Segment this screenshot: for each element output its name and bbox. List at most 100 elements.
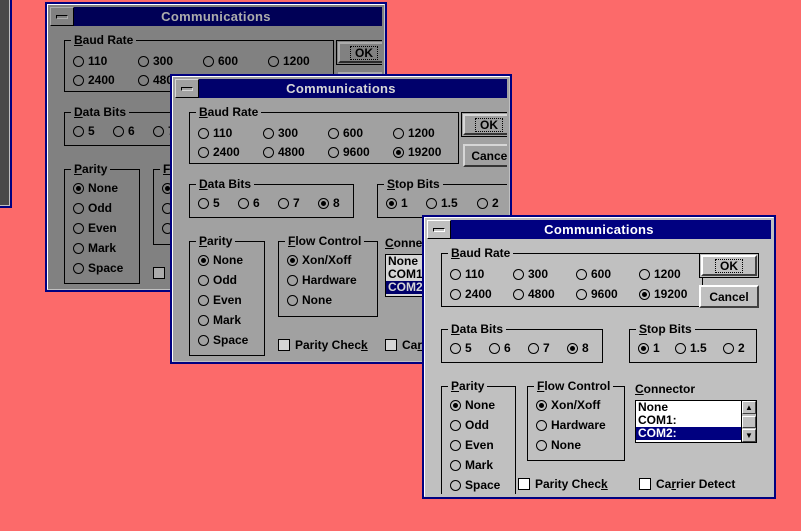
radio-icon[interactable]: [138, 74, 149, 86]
radio-icon[interactable]: [198, 274, 209, 286]
databits-8[interactable]: 8: [567, 341, 589, 355]
radio-icon[interactable]: [393, 146, 404, 158]
radio-icon[interactable]: [328, 127, 339, 139]
radio-icon[interactable]: [153, 125, 164, 137]
stopbits-2[interactable]: 2: [477, 196, 499, 210]
scroll-thumb[interactable]: [742, 415, 756, 428]
title-bar[interactable]: Communications: [175, 79, 507, 98]
radio-icon[interactable]: [528, 342, 539, 354]
checkbox-icon[interactable]: [639, 478, 651, 490]
radio-icon[interactable]: [287, 274, 298, 286]
radio-icon[interactable]: [450, 268, 461, 280]
databits-5[interactable]: 5: [450, 341, 472, 355]
ok-button[interactable]: OK: [699, 253, 759, 278]
minimize-button[interactable]: [427, 220, 451, 239]
radio-icon[interactable]: [73, 222, 84, 234]
stopbits-1[interactable]: 1: [386, 196, 408, 210]
checkbox-icon[interactable]: [385, 339, 397, 351]
radio-icon[interactable]: [238, 197, 249, 209]
baud-19200[interactable]: 19200: [393, 145, 441, 159]
baud-4800[interactable]: 4800: [263, 145, 305, 159]
databits-7[interactable]: 7: [528, 341, 550, 355]
radio-icon[interactable]: [287, 254, 298, 266]
radio-icon[interactable]: [450, 439, 461, 451]
radio-icon[interactable]: [73, 125, 84, 137]
parity-check-checkbox[interactable]: Parity Check: [518, 477, 608, 491]
radio-icon[interactable]: [198, 334, 209, 346]
radio-icon[interactable]: [73, 55, 84, 67]
ok-button[interactable]: OK: [461, 112, 507, 137]
parity-mark[interactable]: Mark: [450, 458, 493, 472]
baud-9600[interactable]: 9600: [576, 287, 618, 301]
radio-icon[interactable]: [263, 146, 274, 158]
radio-icon[interactable]: [198, 197, 209, 209]
databits-6[interactable]: 6: [489, 341, 511, 355]
radio-icon[interactable]: [723, 342, 734, 354]
parity-space[interactable]: Space: [450, 478, 500, 492]
ok-button[interactable]: OK: [336, 40, 382, 65]
title-bar[interactable]: Communications: [50, 7, 382, 26]
flow-none[interactable]: None: [536, 438, 581, 452]
radio-icon[interactable]: [450, 479, 461, 491]
minimize-button[interactable]: [175, 79, 199, 98]
flow-xonxoff[interactable]: Xon/Xoff: [287, 253, 351, 267]
parity-none[interactable]: None: [450, 398, 495, 412]
databits-7[interactable]: 7: [278, 196, 300, 210]
radio-icon[interactable]: [675, 342, 686, 354]
baud-2400[interactable]: 2400: [198, 145, 240, 159]
radio-icon[interactable]: [576, 288, 587, 300]
checkbox-icon[interactable]: [153, 267, 165, 279]
baud-110[interactable]: 110: [450, 267, 484, 281]
radio-icon[interactable]: [263, 127, 274, 139]
radio-icon[interactable]: [318, 197, 329, 209]
parity-even[interactable]: Even: [450, 438, 494, 452]
radio-icon[interactable]: [513, 268, 524, 280]
radio-icon[interactable]: [567, 342, 578, 354]
parity-even[interactable]: Even: [198, 293, 242, 307]
radio-icon[interactable]: [450, 459, 461, 471]
baud-110[interactable]: 110: [198, 126, 232, 140]
radio-icon[interactable]: [450, 288, 461, 300]
radio-icon[interactable]: [278, 197, 289, 209]
radio-icon[interactable]: [73, 242, 84, 254]
radio-icon[interactable]: [489, 342, 500, 354]
parity-none[interactable]: None: [198, 253, 243, 267]
title-bar[interactable]: Communications: [427, 220, 771, 239]
list-item[interactable]: COM2:: [636, 427, 741, 440]
radio-icon[interactable]: [638, 342, 649, 354]
radio-icon[interactable]: [73, 74, 84, 86]
parity-space[interactable]: Space: [73, 261, 123, 275]
databits-6[interactable]: 6: [238, 196, 260, 210]
parity-space[interactable]: Space: [198, 333, 248, 347]
parity-mark[interactable]: Mark: [73, 241, 116, 255]
baud-110[interactable]: 110: [73, 54, 107, 68]
radio-icon[interactable]: [513, 288, 524, 300]
radio-icon[interactable]: [203, 55, 214, 67]
radio-icon[interactable]: [450, 419, 461, 431]
parity-odd[interactable]: Odd: [198, 273, 237, 287]
databits-5[interactable]: 5: [198, 196, 220, 210]
radio-icon[interactable]: [386, 197, 397, 209]
databits-5[interactable]: 5: [73, 124, 95, 138]
radio-icon[interactable]: [536, 419, 547, 431]
cancel-button[interactable]: Cancel: [463, 144, 507, 167]
baud-300[interactable]: 300: [138, 54, 173, 68]
baud-4800[interactable]: 4800: [513, 287, 555, 301]
radio-icon[interactable]: [198, 127, 209, 139]
radio-icon[interactable]: [198, 146, 209, 158]
parity-odd[interactable]: Odd: [450, 418, 489, 432]
parity-none[interactable]: None: [73, 181, 118, 195]
baud-300[interactable]: 300: [263, 126, 298, 140]
stopbits-1[interactable]: 1: [638, 341, 660, 355]
checkbox-icon[interactable]: [278, 339, 290, 351]
radio-icon[interactable]: [268, 55, 279, 67]
flow-hardware[interactable]: Hardware: [287, 273, 357, 287]
baud-1200[interactable]: 1200: [639, 267, 681, 281]
baud-1200[interactable]: 1200: [268, 54, 310, 68]
radio-icon[interactable]: [198, 294, 209, 306]
carrier-detect-checkbox[interactable]: Carrier Detect: [639, 477, 735, 491]
radio-icon[interactable]: [198, 314, 209, 326]
radio-icon[interactable]: [576, 268, 587, 280]
minimize-button[interactable]: [50, 7, 74, 26]
radio-icon[interactable]: [198, 254, 209, 266]
